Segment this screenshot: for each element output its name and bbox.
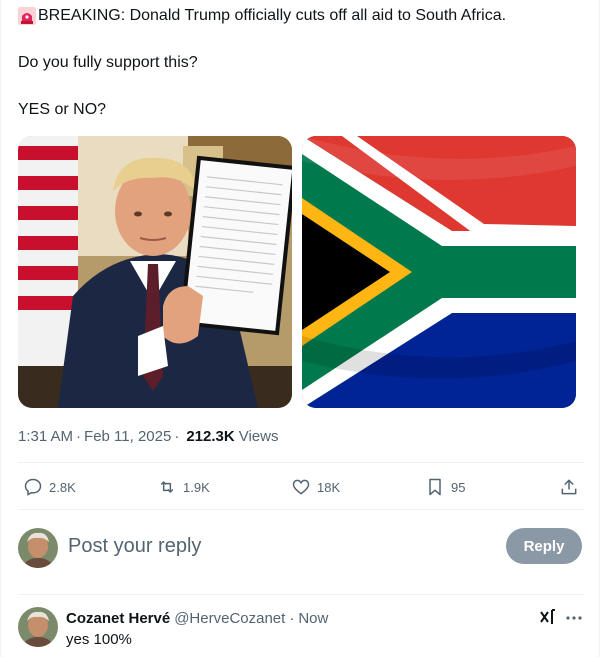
tweet-line-headline: BREAKING: Donald Trump officially cuts o…: [18, 6, 588, 26]
tweet-time[interactable]: 1:31 AM: [18, 428, 73, 445]
like-count: 18K: [317, 479, 341, 495]
tweet-date[interactable]: Feb 11, 2025: [84, 428, 171, 445]
photo-south-africa-flag[interactable]: [302, 136, 576, 408]
reply-author-handle[interactable]: @HerveCozanet: [174, 610, 285, 627]
reply-text: yes 100%: [66, 631, 132, 648]
tweet-line-choice: YES or NO?: [18, 100, 588, 120]
reply-action-button[interactable]: 2.8K: [23, 477, 76, 497]
reply-author-avatar[interactable]: [18, 607, 58, 647]
siren-emoji-icon: [18, 7, 36, 25]
tweet-headline-text: BREAKING: Donald Trump officially cuts o…: [38, 7, 507, 24]
reply-icon: [24, 478, 42, 496]
reply-composer-input[interactable]: Post your reply: [68, 535, 201, 558]
reply-submit-button[interactable]: Reply: [506, 528, 582, 564]
current-user-avatar[interactable]: [18, 528, 58, 568]
repost-action-button[interactable]: 1.9K: [157, 477, 210, 497]
repost-count: 1.9K: [183, 479, 210, 495]
tweet-text: BREAKING: Donald Trump officially cuts o…: [18, 6, 588, 120]
like-action-button[interactable]: 18K: [291, 477, 340, 497]
tweet-media-grid: [18, 136, 576, 408]
tweet-action-bar: 2.8K 1.9K 18K 95: [18, 463, 584, 509]
repost-icon: [160, 481, 174, 493]
views-count[interactable]: 212.3K: [186, 428, 234, 445]
bookmark-icon: [429, 478, 441, 496]
tweet-line-question: Do you fully support this?: [18, 53, 588, 73]
more-options-icon[interactable]: [564, 608, 584, 628]
tweet-question-text: Do you fully support this?: [18, 54, 198, 71]
heart-icon: [292, 479, 310, 495]
grok-icon[interactable]: [539, 608, 557, 628]
tweet-choice-text: YES or NO?: [18, 101, 107, 118]
share-action-button[interactable]: [559, 477, 585, 497]
photo-trump-holding-document[interactable]: [18, 136, 292, 408]
reply-time[interactable]: Now: [298, 610, 328, 627]
bookmark-count: 95: [451, 479, 466, 495]
tweet-timestamp-views: 1:31 AM · Feb 11, 2025 · 212.3K Views: [18, 426, 278, 446]
meta-separator: ·: [76, 427, 82, 445]
divider: [18, 594, 584, 595]
divider: [18, 509, 584, 510]
reply-header: Cozanet Hervé @HerveCozanet · Now: [66, 609, 328, 627]
reply-count: 2.8K: [49, 479, 76, 495]
share-icon: [561, 479, 577, 495]
reply-author-name[interactable]: Cozanet Hervé: [66, 610, 170, 627]
reply-time-separator: ·: [289, 609, 295, 627]
meta-separator: ·: [174, 427, 180, 445]
bookmark-action-button[interactable]: 95: [425, 477, 465, 497]
tweet-detail-page: BREAKING: Donald Trump officially cuts o…: [0, 0, 600, 657]
views-label: Views: [238, 427, 279, 445]
